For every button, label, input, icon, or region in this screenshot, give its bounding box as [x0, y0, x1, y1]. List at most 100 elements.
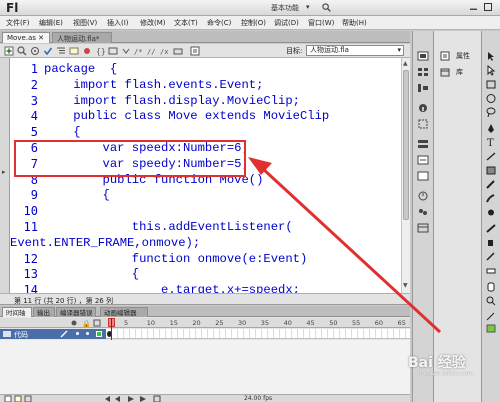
brush-tool-icon[interactable]	[485, 193, 497, 204]
fps-readout[interactable]: 24.00 fps	[244, 395, 272, 402]
collapse-selection-icon[interactable]	[108, 46, 118, 56]
menu-control[interactable]: 控制(O)	[241, 18, 266, 28]
transform-panel-icon[interactable]	[417, 119, 429, 129]
chevron-down-icon[interactable]: ▾	[306, 3, 310, 11]
deco-tool-icon[interactable]	[485, 207, 497, 218]
layer-buttons[interactable]	[4, 395, 44, 402]
menu-view[interactable]: 视图(V)	[73, 18, 97, 28]
swatches-panel-icon[interactable]	[417, 67, 429, 77]
toolbox-icon[interactable]	[173, 46, 183, 56]
pen-tool-icon[interactable]	[485, 123, 497, 134]
outline-color-swatch[interactable]	[96, 331, 102, 337]
zoom-tool-icon[interactable]	[485, 295, 497, 306]
code-line[interactable]: {	[44, 124, 80, 140]
code-line[interactable]: package {	[44, 61, 117, 77]
fill-color-icon[interactable]	[485, 323, 497, 334]
menu-commands[interactable]: 命令(C)	[207, 18, 231, 28]
code-line[interactable]: {	[44, 266, 139, 282]
free-transform-tool-icon[interactable]	[485, 79, 497, 90]
hand-tool-icon[interactable]	[485, 281, 497, 292]
lasso-tool-icon[interactable]	[485, 107, 497, 118]
scroll-up-icon[interactable]: ▲	[403, 60, 408, 67]
collapse-braces-icon[interactable]: {}	[95, 46, 105, 56]
layer-name[interactable]: 代码	[14, 330, 28, 340]
properties-icon[interactable]	[440, 51, 450, 61]
code-hint-icon[interactable]	[69, 46, 79, 56]
left-panel-collapse-strip[interactable]: ▸	[0, 58, 10, 293]
properties-panel-label[interactable]: 属性	[456, 51, 470, 61]
add-statement-icon[interactable]	[4, 46, 14, 56]
text-tool-icon[interactable]: T	[485, 137, 497, 148]
code-line[interactable]: this.addEventListener(	[44, 219, 293, 235]
tab-output[interactable]: 输出	[33, 307, 55, 317]
menu-file[interactable]: 文件(F)	[6, 18, 30, 28]
layer-frames[interactable]	[106, 329, 410, 339]
code-line[interactable]: e.target.x+=speedx;	[44, 282, 300, 293]
history-panel-icon[interactable]	[417, 191, 429, 201]
tab-fla-file[interactable]: 人物运动.fla*	[52, 32, 112, 43]
menu-debug[interactable]: 调试(D)	[274, 18, 299, 28]
visibility-dot[interactable]	[76, 332, 79, 335]
code-line[interactable]: import flash.display.MovieClip;	[44, 93, 300, 109]
syntax-check-icon[interactable]	[43, 46, 53, 56]
playback-controls[interactable]	[104, 395, 184, 402]
lock-dot[interactable]	[86, 332, 89, 335]
tab-timeline[interactable]: 时间轴	[2, 307, 32, 317]
pencil-tool-icon[interactable]	[485, 179, 497, 190]
target-path-icon[interactable]	[30, 46, 40, 56]
menu-text[interactable]: 文本(T)	[174, 18, 198, 28]
layer-row[interactable]: 代码	[0, 329, 106, 339]
menu-insert[interactable]: 插入(I)	[107, 18, 129, 28]
eyedropper-tool-icon[interactable]	[485, 251, 497, 262]
pencil-icon[interactable]	[60, 330, 68, 338]
editor-scrollbar[interactable]: ▲ ▼	[401, 58, 410, 293]
components-panel-icon[interactable]	[417, 139, 429, 149]
menu-edit[interactable]: 编辑(E)	[39, 18, 63, 28]
stroke-color-icon[interactable]	[485, 311, 497, 322]
expand-all-icon[interactable]	[121, 46, 131, 56]
info-panel-icon[interactable]	[417, 103, 429, 113]
motion-presets-icon[interactable]	[417, 155, 429, 165]
comment-block-icon[interactable]: /*	[134, 46, 144, 56]
menu-window[interactable]: 窗口(W)	[308, 18, 334, 28]
eraser-tool-icon[interactable]	[485, 265, 497, 276]
code-line[interactable]: import flash.events.Event;	[44, 77, 263, 93]
rectangle-tool-icon[interactable]	[485, 165, 497, 176]
library-panel-icon[interactable]	[417, 223, 429, 233]
library-panel-label[interactable]: 库	[456, 67, 463, 77]
search-icon[interactable]	[322, 3, 331, 12]
frame-ruler[interactable]: 🔒 5 10 15 20 25 30 35 40 45 50 55 60 65	[0, 318, 410, 328]
code-snippets-panel-icon[interactable]	[417, 171, 429, 181]
tab-compiler-errors[interactable]: 编译器错误	[56, 307, 96, 317]
code-line[interactable]: {	[44, 187, 110, 203]
workspace-switcher[interactable]: 基本功能	[271, 3, 299, 13]
code-line[interactable]: function onmove(e:Event)	[44, 251, 308, 267]
layer-toggle-icons[interactable]: 🔒	[70, 319, 104, 327]
bone-tool-icon[interactable]	[485, 223, 497, 234]
scene-panel-icon[interactable]	[417, 207, 429, 217]
paint-bucket-tool-icon[interactable]	[485, 237, 497, 248]
chevron-right-icon[interactable]: ▸	[2, 168, 6, 176]
find-icon[interactable]	[17, 46, 27, 56]
tab-move-as[interactable]: Move.as ✕	[2, 32, 50, 43]
color-panel-icon[interactable]	[417, 51, 429, 61]
maximize-icon[interactable]	[484, 3, 492, 11]
scrollbar-thumb[interactable]	[403, 70, 409, 220]
scroll-down-icon[interactable]: ▼	[403, 282, 408, 289]
align-panel-icon[interactable]	[417, 83, 429, 93]
selection-tool-icon[interactable]	[485, 51, 497, 62]
target-select[interactable]: 人物运动.fla ▾	[306, 45, 404, 56]
code-line[interactable]: Event.ENTER_FRAME,onmove);	[10, 235, 200, 251]
uncomment-icon[interactable]: /x	[160, 46, 170, 56]
auto-format-icon[interactable]	[56, 46, 66, 56]
code-line[interactable]: public class Move extends MovieClip	[44, 108, 329, 124]
code-snippets-icon[interactable]	[190, 46, 200, 56]
menu-help[interactable]: 帮助(H)	[342, 18, 367, 28]
debug-options-icon[interactable]	[82, 46, 92, 56]
minimize-icon[interactable]	[470, 4, 477, 11]
comment-line-icon[interactable]: //	[147, 46, 157, 56]
subselection-tool-icon[interactable]	[485, 65, 497, 76]
3d-rotation-tool-icon[interactable]	[485, 93, 497, 104]
line-tool-icon[interactable]	[485, 151, 497, 162]
tab-motion-editor[interactable]: 动画编辑器	[100, 307, 148, 317]
